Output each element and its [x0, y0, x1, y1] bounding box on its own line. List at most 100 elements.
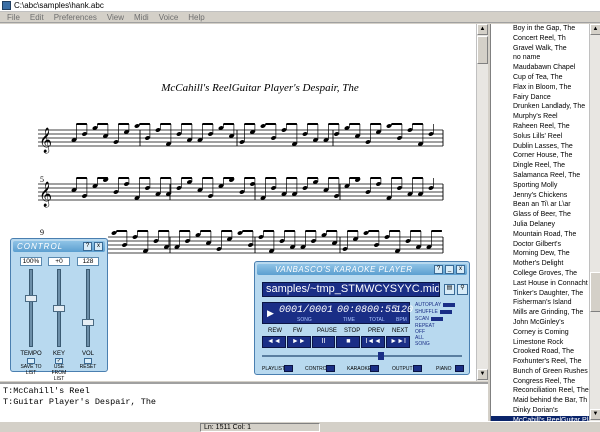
minimize-button[interactable]: _: [445, 265, 454, 274]
scroll-up-icon[interactable]: ▲: [590, 24, 600, 35]
abc-editor[interactable]: T:McCahill's Reel T:Guitar Player's Desp…: [0, 382, 488, 421]
list-item[interactable]: Drunken Landlady, The: [491, 102, 589, 112]
scroll-up-icon[interactable]: ▲: [477, 24, 488, 35]
stop-button[interactable]: ■: [336, 336, 361, 348]
list-item[interactable]: Bunch of Green Rushes: [491, 367, 589, 377]
tempo-slider[interactable]: [25, 269, 37, 347]
list-item[interactable]: Solus Lills' Reel: [491, 132, 589, 142]
scroll-thumb[interactable]: [590, 272, 600, 312]
list-item[interactable]: Tinker's Daughter, The: [491, 289, 589, 299]
list-item[interactable]: John McGinley's: [491, 318, 589, 328]
output-button[interactable]: [413, 365, 422, 372]
menu-file[interactable]: File: [2, 13, 25, 22]
control-button[interactable]: [326, 365, 335, 372]
list-item[interactable]: Limestone Rock: [491, 338, 589, 348]
list-item[interactable]: Maid behind the Bar, Th: [491, 396, 589, 406]
karaoke-header[interactable]: VANBASCO'S KARAOKE PLAYER ? _ x: [257, 264, 467, 275]
progress-slider[interactable]: [262, 352, 462, 360]
title-bar: C:\abc\samples\hank.abc: [0, 0, 600, 12]
list-item[interactable]: Concert Reel, Th: [491, 34, 589, 44]
list-item[interactable]: Glass of Beer, The: [491, 210, 589, 220]
autoplay-toggle[interactable]: AUTOPLAY: [415, 302, 456, 308]
list-item[interactable]: Flax in Bloom, The: [491, 83, 589, 93]
list-item[interactable]: Corney is Coming: [491, 328, 589, 338]
karaoke-player: VANBASCO'S KARAOKE PLAYER ? _ x samples/…: [254, 261, 470, 375]
list-item[interactable]: Congress Reel, The: [491, 377, 589, 387]
previous-button[interactable]: I◄◄: [361, 336, 386, 348]
list-item[interactable]: Murphy's Reel: [491, 112, 589, 122]
scroll-thumb[interactable]: [477, 36, 488, 64]
use-from-list-checkbox[interactable]: ✓ USE FROM LIST: [46, 358, 72, 382]
control-title: CONTROL: [17, 242, 64, 251]
karaoke-title: VANBASCO'S KARAOKE PLAYER: [275, 265, 413, 274]
piano-button[interactable]: [455, 365, 464, 372]
list-item[interactable]: Maudabawn Chapel: [491, 63, 589, 73]
list-item[interactable]: Last House in Connacht: [491, 279, 589, 289]
volume-slider[interactable]: [82, 269, 94, 347]
rewind-button[interactable]: ◄◄: [262, 336, 286, 348]
progress-knob[interactable]: [378, 352, 384, 360]
list-item[interactable]: Mother's Delight: [491, 259, 589, 269]
list-item[interactable]: Dinky Dorian's: [491, 406, 589, 416]
list-item[interactable]: Jenny's Chickens: [491, 191, 589, 201]
list-item[interactable]: Reconciliation Reel, The: [491, 386, 589, 396]
bpm-unit: BPM: [396, 317, 407, 323]
control-header[interactable]: CONTROL ? x: [13, 241, 105, 252]
menu-voice[interactable]: Voice: [154, 13, 184, 22]
slider-knob[interactable]: [25, 295, 37, 302]
scan-toggle[interactable]: SCAN: [415, 316, 443, 322]
scan-led: [430, 316, 443, 321]
list-item[interactable]: Boy in the Gap, The: [491, 24, 589, 34]
slider-knob[interactable]: [82, 319, 94, 326]
fw-label: FW: [293, 328, 303, 334]
next-button[interactable]: ►►I: [386, 336, 410, 348]
help-button[interactable]: ?: [83, 242, 92, 251]
elapsed-time: 00:08: [337, 305, 368, 316]
list-item[interactable]: Salamanca Reel, The: [491, 171, 589, 181]
list-item[interactable]: Julia Delaney: [491, 220, 589, 230]
list-item[interactable]: Fairy Dance: [491, 93, 589, 103]
close-button[interactable]: x: [94, 242, 103, 251]
pause-button[interactable]: II: [311, 336, 336, 348]
fast-forward-button[interactable]: ►►: [286, 336, 311, 348]
help-button[interactable]: ?: [434, 265, 443, 274]
menu-help[interactable]: Help: [183, 13, 209, 22]
list-item[interactable]: Gravel Walk, The: [491, 44, 589, 54]
list-item[interactable]: Fisherman's Island: [491, 298, 589, 308]
list-item[interactable]: Mills are Grinding, The: [491, 308, 589, 318]
list-item[interactable]: Crooked Road, The: [491, 347, 589, 357]
shuffle-toggle[interactable]: SHUFFLE: [415, 309, 452, 315]
scroll-down-icon[interactable]: ▼: [590, 409, 600, 420]
score-scrollbar[interactable]: ▲ ▼: [476, 24, 488, 381]
karaoke-button[interactable]: [370, 365, 379, 372]
list-item[interactable]: Morning Dew, The: [491, 249, 589, 259]
playlist-button[interactable]: [284, 365, 293, 372]
scroll-down-icon[interactable]: ▼: [477, 369, 488, 380]
menu-preferences[interactable]: Preferences: [49, 13, 102, 22]
search-icon[interactable]: ⚲: [457, 284, 468, 295]
open-file-button[interactable]: ▤: [444, 284, 455, 295]
list-item[interactable]: no name: [491, 53, 589, 63]
menu-midi[interactable]: Midi: [129, 13, 154, 22]
menu-view[interactable]: View: [102, 13, 129, 22]
list-item[interactable]: Bean an Ti\ ar L\ar: [491, 200, 589, 210]
reset-button[interactable]: RESET: [75, 358, 101, 370]
list-item[interactable]: Corner House, The: [491, 151, 589, 161]
list-item[interactable]: Raheen Reel, The: [491, 122, 589, 132]
menu-edit[interactable]: Edit: [25, 13, 49, 22]
slider-knob[interactable]: [53, 305, 65, 312]
close-button[interactable]: x: [456, 265, 465, 274]
tune-list-scrollbar[interactable]: ▲ ▼: [589, 24, 600, 421]
list-item[interactable]: Mountain Road, The: [491, 230, 589, 240]
list-item[interactable]: Dingle Reel, The: [491, 161, 589, 171]
list-item[interactable]: Doctor Gilbert's: [491, 240, 589, 250]
list-item[interactable]: Foxhunter's Reel, The: [491, 357, 589, 367]
app-icon: [2, 1, 11, 10]
list-item[interactable]: Dublin Lasses, The: [491, 142, 589, 152]
list-item[interactable]: Sporting Molly: [491, 181, 589, 191]
list-item[interactable]: College Groves, The: [491, 269, 589, 279]
save-to-list-button[interactable]: SAVE TO LIST: [18, 358, 44, 376]
repeat-song-option[interactable]: SONG: [415, 341, 430, 347]
list-item[interactable]: Cup of Tea, The: [491, 73, 589, 83]
key-slider[interactable]: [53, 269, 65, 347]
